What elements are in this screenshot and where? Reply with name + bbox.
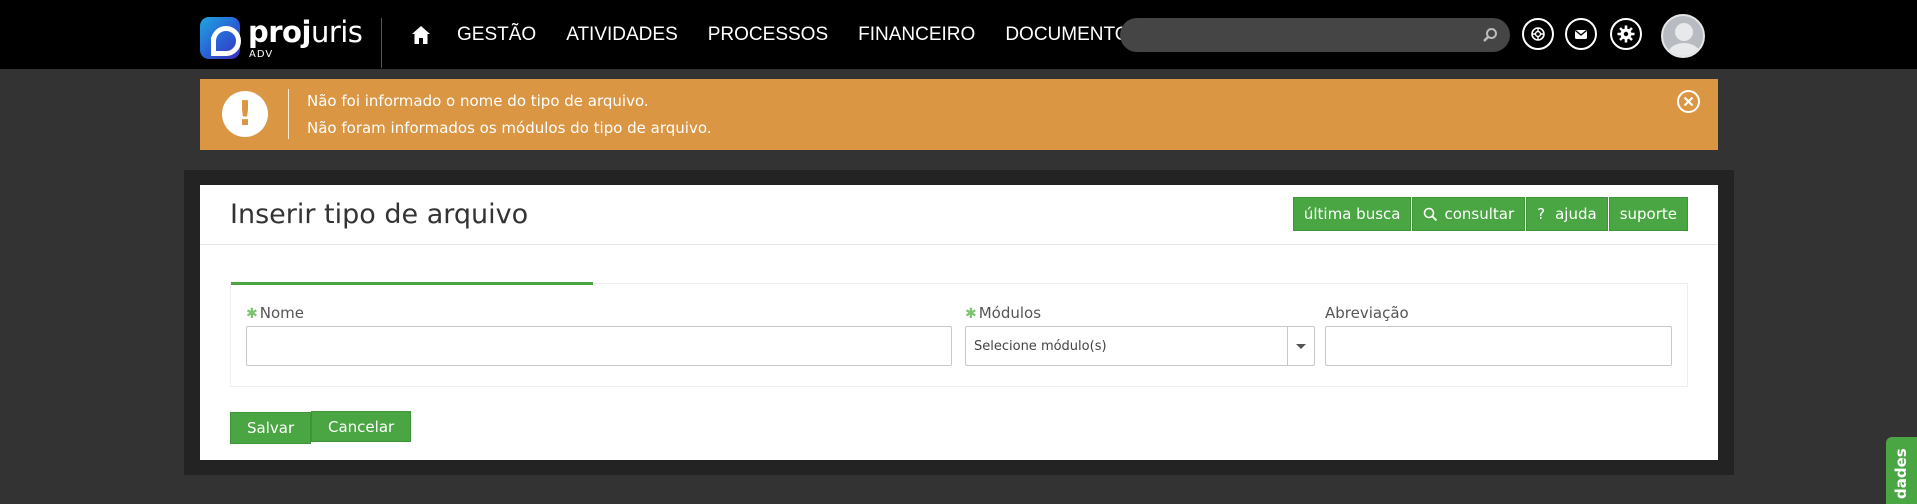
- abbreviation-field-label: Abreviação: [1325, 304, 1409, 322]
- consult-button[interactable]: consultar: [1412, 197, 1526, 231]
- chevron-down-icon[interactable]: [1287, 327, 1314, 365]
- settings-gear-icon[interactable]: [1610, 18, 1642, 50]
- cancel-button[interactable]: Cancelar: [311, 411, 412, 442]
- search-icon: [1423, 207, 1438, 222]
- help-button[interactable]: ? ajuda: [1526, 197, 1608, 231]
- modules-select[interactable]: Selecione módulo(s): [965, 326, 1315, 366]
- question-icon: ?: [1537, 205, 1546, 223]
- alert-message-modules: Não foram informados os módulos do tipo …: [307, 119, 712, 137]
- name-field[interactable]: [246, 326, 952, 366]
- mail-icon[interactable]: [1565, 18, 1597, 50]
- projuris-logo[interactable]: projuris ADV: [200, 15, 365, 61]
- alert-divider: [288, 89, 289, 139]
- validation-alert: ! Não foi informado o nome do tipo de ar…: [200, 79, 1718, 150]
- consult-label: consultar: [1444, 205, 1515, 223]
- save-button[interactable]: Salvar: [230, 412, 312, 444]
- nav-divider: [381, 18, 382, 68]
- abbreviation-field[interactable]: [1325, 326, 1672, 366]
- user-avatar[interactable]: [1661, 14, 1705, 58]
- side-tab-novidades[interactable]: dades: [1886, 437, 1917, 504]
- modules-select-placeholder: Selecione módulo(s): [974, 339, 1107, 354]
- file-type-form-panel: Inserir tipo de arquivo última busca con…: [200, 185, 1718, 460]
- required-marker: ✱: [246, 306, 258, 322]
- help-label: ajuda: [1555, 205, 1597, 223]
- panel-toolbar: última busca consultar ? ajuda suporte: [1292, 197, 1688, 231]
- nav-item-financeiro[interactable]: FINANCEIRO: [858, 24, 975, 46]
- last-search-button[interactable]: última busca: [1292, 197, 1412, 231]
- page-title: Inserir tipo de arquivo: [230, 199, 529, 230]
- alert-message-name: Não foi informado o nome do tipo de arqu…: [307, 92, 649, 110]
- search-input[interactable]: [1120, 18, 1510, 52]
- support-label: suporte: [1619, 205, 1677, 223]
- panel-header: Inserir tipo de arquivo última busca con…: [200, 185, 1718, 245]
- top-navbar: projuris ADV GESTÃO ATIVIDADES PROCESSOS…: [0, 0, 1917, 69]
- ai-assistant-icon[interactable]: [1522, 18, 1554, 50]
- required-marker: ✱: [965, 306, 977, 322]
- nav-item-gestao[interactable]: GESTÃO: [457, 24, 536, 46]
- logo-wordmark: projuris: [248, 15, 363, 49]
- logo-mark-icon: [200, 17, 241, 59]
- alert-exclamation-icon: !: [222, 91, 268, 137]
- home-icon[interactable]: [410, 24, 432, 46]
- nav-item-processos[interactable]: PROCESSOS: [708, 24, 828, 46]
- last-search-label: última busca: [1303, 205, 1401, 223]
- name-field-label: ✱ Nome: [246, 304, 304, 322]
- logo-subtitle: ADV: [249, 49, 274, 60]
- active-tab-indicator: [231, 282, 593, 285]
- side-tab-label: dades: [1892, 448, 1910, 499]
- modules-field-label: ✱ Módulos: [965, 304, 1042, 322]
- form-fields: ✱ Nome ✱ Módulos Selecione módulo(s) Abrev…: [230, 282, 1688, 387]
- support-button[interactable]: suporte: [1608, 197, 1688, 231]
- nav-item-atividades[interactable]: ATIVIDADES: [566, 24, 678, 46]
- search-icon[interactable]: [1482, 27, 1498, 43]
- main-menu: GESTÃO ATIVIDADES PROCESSOS FINANCEIRO D…: [457, 24, 1172, 46]
- alert-close-icon[interactable]: [1677, 90, 1700, 113]
